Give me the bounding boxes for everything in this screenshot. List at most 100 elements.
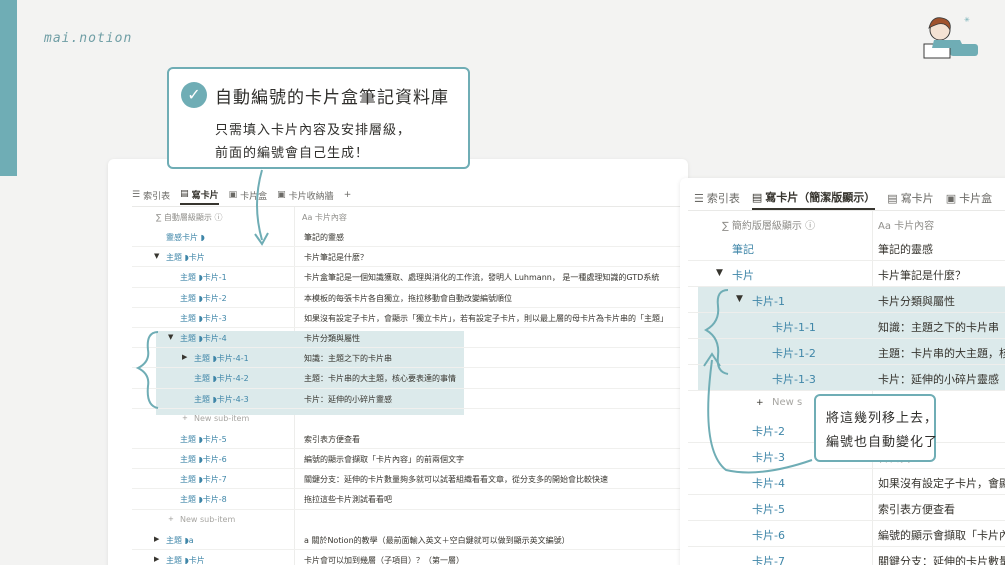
level-label[interactable]: 主題 ◗卡片-2 (180, 293, 227, 304)
card-content[interactable]: 筆記的靈感 (304, 232, 344, 243)
tab-card-wall[interactable]: ▣ 卡片收納牆 (277, 185, 334, 205)
tab-card-box[interactable]: ▣ 卡片盒 (229, 185, 268, 205)
table-row[interactable]: 卡片-1-3 卡片：延伸的小碎片靈感 (688, 365, 1005, 391)
level-label[interactable]: 主題 ◗卡片-3 (180, 313, 227, 324)
level-label[interactable]: 主題 ◗卡片-4-1 (194, 353, 249, 364)
toggle-closed-icon[interactable]: ▶ (154, 555, 159, 563)
table-row[interactable]: ▶ 主題 ◗卡片 卡片會可以加到幾層（子項目）？（第一層） (132, 550, 688, 565)
level-label[interactable]: 卡片-1 (752, 293, 785, 309)
toggle-open-icon[interactable]: ▼ (168, 333, 173, 341)
toggle-closed-icon[interactable]: ▶ (182, 353, 187, 361)
level-label[interactable]: 主題 ◗卡片-7 (180, 474, 227, 485)
level-label[interactable]: 主題 ◗卡片-4 (180, 333, 227, 344)
tab-write-cards[interactable]: ▤ 寫卡片 (180, 185, 219, 205)
new-sub-item-row[interactable]: + New sub-item (132, 409, 688, 429)
card-content[interactable]: 筆記的靈感 (878, 241, 933, 257)
tab-index[interactable]: ☰ 索引表 (694, 186, 740, 210)
level-label[interactable]: 主題 ◗卡片 (166, 555, 205, 565)
level-label[interactable]: 卡片-3 (752, 449, 785, 465)
new-sub-item-label[interactable]: New sub-item (194, 414, 249, 423)
card-content[interactable]: 卡片盒筆記是一個知識獲取、處理與消化的工作流，發明人 Luhmann， 是一種處… (304, 272, 659, 283)
level-label[interactable]: 卡片-1-1 (772, 319, 816, 335)
card-content[interactable]: 卡片筆記是什麼？ (878, 267, 966, 283)
level-label[interactable]: 主題 ◗卡片-1 (180, 272, 227, 283)
toggle-open-icon[interactable]: ▼ (736, 294, 743, 304)
plus-icon[interactable]: + (756, 398, 764, 408)
card-content[interactable]: 編號的顯示會擷取「卡片內容」的前兩個文字 (304, 454, 464, 465)
table-row[interactable]: ▼ 卡片 卡片筆記是什麼？ (688, 261, 1005, 287)
level-label[interactable]: 主題 ◗卡片-8 (180, 494, 227, 505)
table-row[interactable]: 主題 ◗卡片-4-3 卡片：延伸的小碎片靈感 (132, 389, 688, 409)
table-row[interactable]: 主題 ◗卡片-4-2 主題：卡片串的大主題，核心要表達的事情 (132, 368, 688, 389)
tab-card-box[interactable]: ▣ 卡片盒 (946, 186, 992, 210)
table-row[interactable]: ▼ 主題 ◗卡片 卡片筆記是什麼？ (132, 247, 688, 268)
card-content[interactable]: 知識：主題之下的卡片串 (878, 319, 999, 335)
table-row[interactable]: 筆記 筆記的靈感 (688, 235, 1005, 261)
card-content[interactable]: 卡片會可以加到幾層（子項目）？（第一層） (304, 555, 464, 565)
plus-icon[interactable]: + (182, 414, 188, 422)
table-row[interactable]: 主題 ◗卡片-1 卡片盒筆記是一個知識獲取、處理與消化的工作流，發明人 Luhma… (132, 267, 688, 288)
column-header-level[interactable]: ∑ 自動層級顯示 ⓘ (156, 212, 222, 223)
card-content[interactable]: 拖拉這些卡片測試看看吧 (304, 494, 392, 505)
level-label[interactable]: 卡片-2 (752, 423, 785, 439)
level-label[interactable]: 主題 ◗卡片-5 (180, 434, 227, 445)
level-label[interactable]: 卡片-5 (752, 501, 785, 517)
plus-icon[interactable]: + (168, 515, 174, 523)
table-row[interactable]: 主題 ◗卡片-5 索引表方便查看 (132, 429, 688, 450)
column-header-level[interactable]: ∑ 簡約版層級顯示 ⓘ (722, 217, 815, 232)
table-row[interactable]: ▶ 主題 ◗卡片-4-1 知識：主題之下的卡片串 (132, 348, 688, 369)
table-row[interactable]: ▼ 卡片-1 卡片分類與屬性 (688, 287, 1005, 313)
toggle-open-icon[interactable]: ▼ (716, 268, 723, 278)
card-content[interactable]: a 關於Notion的教學（最前面輸入英文＋空白鍵就可以做到顯示英文編號） (304, 535, 570, 546)
column-header-content[interactable]: Aa 卡片內容 (302, 212, 347, 223)
level-label[interactable]: 卡片-6 (752, 527, 785, 543)
card-content[interactable]: 如果沒有設定子卡片，會顯示「獨立卡片」，若有設定子卡片，則以最上層的母卡片為卡片… (304, 313, 668, 324)
level-label[interactable]: 靈感卡片 ◗ (166, 232, 205, 243)
table-row[interactable]: 主題 ◗卡片-2 本模板的每張卡片各自獨立，拖拉移動會自動改變編號順位 (132, 288, 688, 308)
level-label[interactable]: 主題 ◗卡片-4-3 (194, 394, 249, 405)
card-content[interactable]: 卡片筆記是什麼？ (304, 252, 368, 263)
card-content[interactable]: 關鍵分支：延伸的卡片數量夠多就可以試著組織看看文章，從分支多的開始會比較快速 (304, 474, 608, 485)
table-row[interactable]: 卡片-7 關鍵分支：延伸的卡片數量 (688, 547, 1005, 565)
add-view-button[interactable]: + (344, 185, 352, 205)
card-content[interactable]: 編號的顯示會擷取「卡片內 (878, 527, 1005, 543)
new-sub-item-label[interactable]: New sub-item (180, 515, 235, 524)
card-content[interactable]: 本模板的每張卡片各自獨立，拖拉移動會自動改變編號順位 (304, 293, 512, 304)
card-content[interactable]: 知識：主題之下的卡片串 (304, 353, 392, 364)
table-row[interactable]: 卡片-1-2 主題：卡片串的大主題，核 (688, 339, 1005, 365)
table-row[interactable]: 主題 ◗卡片-3 如果沒有設定子卡片，會顯示「獨立卡片」，若有設定子卡片，則以最上… (132, 308, 688, 328)
level-label[interactable]: 卡片 (732, 267, 754, 283)
table-row[interactable]: ▶ 主題 ◗a a 關於Notion的教學（最前面輸入英文＋空白鍵就可以做到顯示英文… (132, 530, 688, 550)
table-row[interactable]: 卡片-6 編號的顯示會擷取「卡片內 (688, 521, 1005, 547)
card-content[interactable]: 如果沒有設定子卡片，會顯 (878, 475, 1005, 491)
table-row[interactable]: 主題 ◗卡片-8 拖拉這些卡片測試看看吧 (132, 489, 688, 510)
tab-index[interactable]: ☰ 索引表 (132, 185, 170, 205)
table-row[interactable]: 主題 ◗卡片-6 編號的顯示會擷取「卡片內容」的前兩個文字 (132, 449, 688, 470)
card-content[interactable]: 索引表方便查看 (304, 434, 360, 445)
tab-write-cards-compact[interactable]: ▤ 寫卡片（簡潔版顯示） (751, 186, 876, 210)
table-row[interactable]: 卡片-1-1 知識：主題之下的卡片串 (688, 313, 1005, 339)
table-row[interactable]: 靈感卡片 ◗ 筆記的靈感 (132, 227, 688, 248)
level-label[interactable]: 卡片-4 (752, 475, 785, 491)
table-row[interactable]: 卡片-4 如果沒有設定子卡片，會顯 (688, 469, 1005, 495)
card-content[interactable]: 卡片：延伸的小碎片靈感 (304, 394, 392, 405)
toggle-closed-icon[interactable]: ▶ (154, 535, 159, 543)
level-label[interactable]: 卡片-7 (752, 553, 785, 565)
card-content[interactable]: 索引表方便查看 (878, 501, 955, 517)
table-row[interactable]: 主題 ◗卡片-7 關鍵分支：延伸的卡片數量夠多就可以試著組織看看文章，從分支多的開… (132, 469, 688, 490)
card-content[interactable]: 主題：卡片串的大主題，核心要表達的事情 (304, 373, 456, 384)
column-header-content[interactable]: Aa 卡片內容 (878, 217, 934, 232)
new-sub-item-label[interactable]: New s (772, 397, 802, 408)
level-label[interactable]: 主題 ◗a (166, 535, 194, 546)
tab-write-cards[interactable]: ▤ 寫卡片 (887, 186, 933, 210)
card-content[interactable]: 主題：卡片串的大主題，核 (878, 345, 1005, 361)
card-content[interactable]: 卡片：延伸的小碎片靈感 (878, 371, 999, 387)
toggle-open-icon[interactable]: ▼ (154, 252, 159, 260)
table-row[interactable]: ▼ 主題 ◗卡片-4 卡片分類與屬性 (132, 328, 688, 349)
card-content[interactable]: 卡片分類與屬性 (304, 333, 360, 344)
card-content[interactable]: 卡片分類與屬性 (878, 293, 955, 309)
level-label[interactable]: 主題 ◗卡片 (166, 252, 205, 263)
new-sub-item-row[interactable]: + New sub-item (132, 510, 688, 530)
card-content[interactable]: 關鍵分支：延伸的卡片數量 (878, 553, 1005, 565)
table-row[interactable]: 卡片-5 索引表方便查看 (688, 495, 1005, 521)
